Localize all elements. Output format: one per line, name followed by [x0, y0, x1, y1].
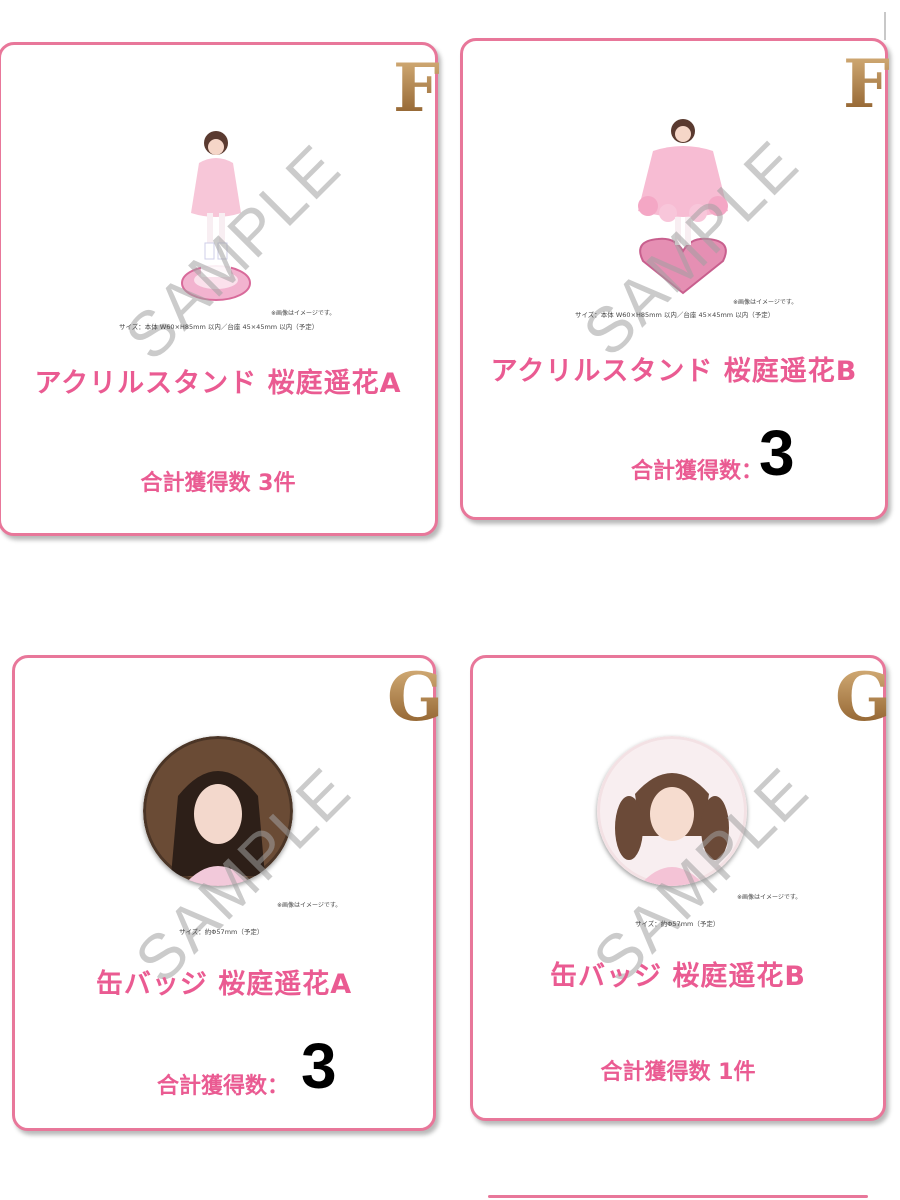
size-text: サイズ：本体 W60×H85mm 以内／台座 45×45mm 以内（予定） — [575, 311, 775, 319]
size-text: サイズ：本体 W60×H85mm 以内／台座 45×45mm 以内（予定） — [119, 323, 319, 331]
size-text: サイズ：約Φ57mm（予定） — [179, 928, 264, 936]
total-count-text: 合計獲得数 1件 — [600, 1060, 756, 1085]
total-count-text: 合計獲得数 3件 — [140, 471, 296, 496]
prize-card-g-badge-a[interactable]: G SAMPLE ※画像はイメージです。 サイズ：約Φ57mm（予定） 缶バッジ… — [12, 655, 443, 1131]
total-count-text: 合計獲得数： — [156, 1074, 289, 1099]
prize-card-f-acrylic-a[interactable]: F SAMPLE ※画像はイメージです。 サイズ：本体 W60×H85mm 以内… — [0, 42, 440, 536]
size-text: サイズ：約Φ57mm（予定） — [635, 920, 720, 928]
image-note: ※画像はイメージです。 — [271, 310, 336, 317]
prize-title: 缶バッジ 桜庭遥花A — [95, 969, 353, 1000]
rank-f-label: F — [843, 45, 890, 123]
image-note: ※画像はイメージです。 — [733, 299, 798, 306]
image-note: ※画像はイメージです。 — [277, 902, 342, 909]
prize-title: アクリルスタンド 桜庭遥花A — [34, 368, 402, 399]
next-card-edge — [488, 1195, 868, 1198]
acrylic-stand-image — [181, 131, 251, 301]
handwritten-count: 3 — [759, 417, 795, 489]
prize-title: 缶バッジ 桜庭遥花B — [550, 961, 806, 992]
rank-f-label: F — [393, 49, 440, 127]
scroll-indicator[interactable] — [884, 12, 886, 40]
prize-card-f-acrylic-b[interactable]: F SAMPLE ※画像はイメージです。 サイズ：本体 W60×H85mm 以内… — [460, 38, 890, 520]
total-count-text: 合計獲得数： — [630, 459, 763, 484]
acrylic-stand-image — [638, 119, 728, 295]
prize-card-g-badge-b[interactable]: G SAMPLE ※画像はイメージです。 サイズ：約Φ57mm（予定） 缶バッジ… — [470, 655, 891, 1121]
handwritten-count: 3 — [301, 1030, 337, 1102]
image-note: ※画像はイメージです。 — [737, 894, 802, 901]
can-badge-image — [597, 736, 747, 886]
prize-title: アクリルスタンド 桜庭遥花B — [490, 356, 858, 387]
can-badge-image — [143, 736, 293, 886]
rank-g-label: G — [387, 658, 444, 736]
rank-g-label: G — [835, 658, 892, 736]
